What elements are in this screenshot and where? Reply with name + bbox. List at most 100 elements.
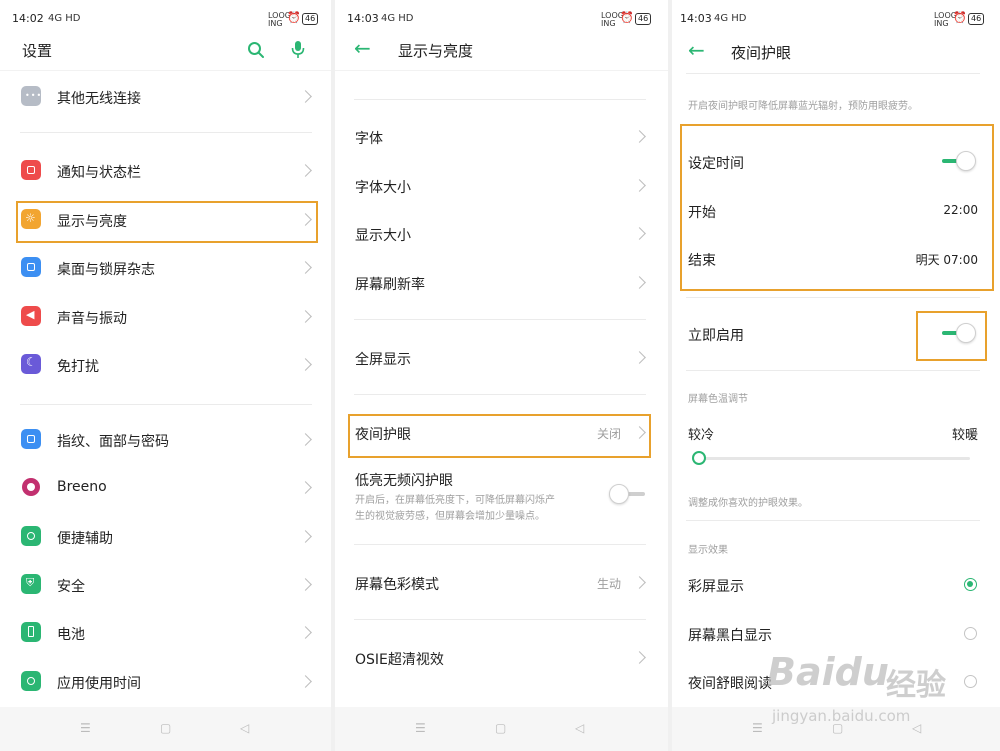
chevron-right-icon xyxy=(299,578,312,591)
fingerprint-icon xyxy=(21,429,41,449)
chevron-right-icon xyxy=(299,358,312,371)
back-nav-icon[interactable]: ◁ xyxy=(575,721,584,735)
menu-icon[interactable]: ☰ xyxy=(752,721,763,735)
chevron-right-icon xyxy=(633,276,646,289)
settings-item-label: 桌面与锁屏杂志 xyxy=(57,262,155,278)
row-label: 显示大小 xyxy=(355,228,411,244)
divider xyxy=(354,394,646,395)
back-nav-icon[interactable]: ◁ xyxy=(912,721,921,735)
divider xyxy=(20,404,312,405)
status-time: 14:02 xyxy=(12,12,44,25)
settings-item-label: 应用使用时间 xyxy=(57,676,141,692)
divider xyxy=(686,73,980,74)
flicker-toggle[interactable] xyxy=(609,484,647,504)
battery-icon xyxy=(21,622,41,642)
watermark-brand: Baidu xyxy=(767,650,889,694)
notification-icon xyxy=(21,160,41,180)
shield-icon: ⛨ xyxy=(21,574,41,594)
chevron-right-icon xyxy=(633,227,646,240)
slider-thumb[interactable] xyxy=(692,451,706,465)
settings-item-label: 电池 xyxy=(57,627,85,643)
radio-selected[interactable] xyxy=(964,578,977,591)
divider xyxy=(686,297,980,298)
settings-item-label: 其他无线连接 xyxy=(57,91,141,107)
settings-item-label: 免打扰 xyxy=(57,359,99,375)
description-text: 开启夜间护眼可降低屏幕蓝光辐射，预防用眼疲劳。 xyxy=(688,101,918,112)
radio-unselected[interactable] xyxy=(964,675,977,688)
status-network: LOOG ING xyxy=(268,11,291,28)
alarm-icon: ⏰ xyxy=(287,11,301,24)
chevron-right-icon xyxy=(299,164,312,177)
page-title: 设置 xyxy=(22,42,53,60)
settings-item-label: 通知与状态栏 xyxy=(57,165,141,181)
chevron-right-icon xyxy=(299,261,312,274)
status-signal: 4G HD xyxy=(381,13,414,24)
battery-indicator: 46 xyxy=(968,13,985,25)
highlight-box xyxy=(680,124,994,291)
option-label: 彩屏显示 xyxy=(688,579,744,595)
moon-icon: ☾ xyxy=(21,354,41,374)
chevron-right-icon xyxy=(299,675,312,688)
chevron-right-icon xyxy=(299,310,312,323)
status-time: 14:03 xyxy=(347,12,379,25)
search-icon[interactable] xyxy=(247,41,265,59)
settings-item-label: Breeno xyxy=(57,479,107,495)
option-label: 屏幕黑白显示 xyxy=(688,628,772,644)
alarm-icon: ⏰ xyxy=(620,11,634,24)
status-signal: 4G HD xyxy=(714,13,747,24)
chevron-right-icon xyxy=(299,481,312,494)
microphone-icon[interactable] xyxy=(291,40,305,59)
radio-unselected[interactable] xyxy=(964,627,977,640)
color-temperature-slider[interactable] xyxy=(692,451,970,465)
settings-screen: 14:02 4G HD LOOG ING ⏰ 46 设置 ••• 其他无线连接 … xyxy=(0,0,331,751)
back-arrow-icon[interactable]: ← xyxy=(688,40,705,60)
wallpaper-icon xyxy=(21,257,41,277)
menu-icon[interactable]: ☰ xyxy=(80,721,91,735)
settings-item-label: 指纹、面部与密码 xyxy=(57,434,169,450)
warm-label: 较暖 xyxy=(951,428,978,443)
option-label: 夜间舒眼阅读 xyxy=(688,676,772,692)
status-network: LOOG ING xyxy=(934,11,957,28)
battery-indicator: 46 xyxy=(635,13,652,25)
divider xyxy=(686,370,980,371)
divider xyxy=(354,544,646,545)
divider xyxy=(20,132,312,133)
highlight-box xyxy=(348,414,651,458)
menu-icon[interactable]: ☰ xyxy=(415,721,426,735)
display-brightness-screen: 14:03 4G HD LOOG ING ⏰ 46 ← 显示与亮度 字体 字体大… xyxy=(335,0,668,751)
section-header: 显示效果 xyxy=(688,545,728,556)
chevron-right-icon xyxy=(299,90,312,103)
back-arrow-icon[interactable]: ← xyxy=(354,38,371,58)
chevron-right-icon xyxy=(633,351,646,364)
status-time: 14:03 xyxy=(680,12,712,25)
home-icon[interactable]: ▢ xyxy=(160,721,171,735)
watermark-url: jingyan.baidu.com xyxy=(772,707,911,725)
settings-item-label: 便捷辅助 xyxy=(57,531,113,547)
back-nav-icon[interactable]: ◁ xyxy=(240,721,249,735)
row-value: 生动 xyxy=(597,577,622,591)
row-label: 字体 xyxy=(355,131,383,147)
header-divider xyxy=(335,70,668,71)
chevron-right-icon xyxy=(299,626,312,639)
more-icon: ••• xyxy=(21,86,41,106)
hint-text: 调整成你喜欢的护眼效果。 xyxy=(688,498,808,509)
slider-track xyxy=(692,457,970,460)
breeno-icon xyxy=(22,478,40,496)
page-title: 显示与亮度 xyxy=(398,42,474,60)
chevron-right-icon xyxy=(633,576,646,589)
row-label: 屏幕色彩模式 xyxy=(355,577,439,593)
chevron-right-icon xyxy=(633,130,646,143)
row-label: 立即启用 xyxy=(688,328,744,344)
row-label: 屏幕刷新率 xyxy=(355,277,425,293)
night-eye-screen: 14:03 4G HD LOOG ING ⏰ 46 ← 夜间护眼 开启夜间护眼可… xyxy=(672,0,1000,751)
divider xyxy=(686,520,980,521)
divider xyxy=(354,619,646,620)
row-label: 低亮无频闪护眼 xyxy=(355,473,453,489)
home-icon[interactable]: ▢ xyxy=(495,721,506,735)
section-header: 屏幕色温调节 xyxy=(688,394,748,405)
navigation-bar: ☰ ▢ ◁ xyxy=(335,707,668,751)
chevron-right-icon xyxy=(633,651,646,664)
navigation-bar: ☰ ▢ ◁ xyxy=(0,707,331,751)
chevron-right-icon xyxy=(299,433,312,446)
header-divider xyxy=(0,70,331,71)
